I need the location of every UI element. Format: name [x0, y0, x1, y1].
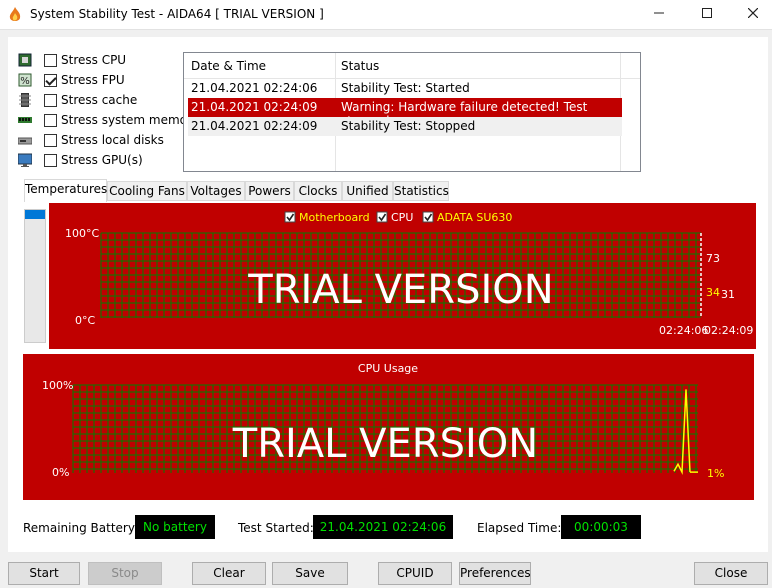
tab-statistics[interactable]: Statistics [393, 181, 449, 201]
close-button[interactable]: Close [694, 562, 768, 585]
time-label: 02:24:06 [659, 324, 708, 337]
preferences-button[interactable]: Preferences [459, 562, 531, 585]
stress-cpu-label: Stress CPU [61, 53, 127, 67]
stress-gpu-checkbox[interactable] [44, 153, 57, 167]
cpu-usage-chart: CPU Usage 100% 0% TRIAL VERSION 1% [23, 354, 754, 500]
window-title: System Stability Test - AIDA64 [ TRIAL V… [30, 7, 324, 21]
stress-cpu-option[interactable]: Stress CPU [18, 52, 126, 68]
stress-cpu-checkbox[interactable] [44, 53, 57, 67]
test-started-label: Test Started: [238, 521, 314, 535]
cpu-usage-chart-canvas: CPU Usage 100% 0% TRIAL VERSION 1% [42, 362, 724, 480]
tab-unified[interactable]: Unified [342, 181, 393, 201]
stress-fpu-checkbox[interactable] [44, 73, 57, 87]
temperature-chart: Motherboard CPU ADATA SU630 100°C 0°C TRIAL V… [49, 203, 756, 349]
aida64-flame-icon [9, 7, 21, 21]
clear-button[interactable]: Clear [192, 562, 266, 585]
stress-disks-label: Stress local disks [61, 133, 164, 147]
test-started-value: 21.04.2021 02:24:06 [313, 515, 453, 539]
close-icon [747, 7, 759, 19]
log-row-warning[interactable]: 21.04.2021 02:24:09 Warning: Hardware fa… [188, 98, 622, 128]
minimize-icon [654, 12, 664, 14]
current-value-label: 1% [707, 467, 724, 480]
sensor-list-selection[interactable] [25, 210, 45, 219]
main-panel: Stress CPU % Stress FPU Stress cache Str… [8, 37, 768, 552]
log-header-status[interactable]: Status [341, 59, 379, 73]
trial-watermark: TRIAL VERSION [232, 421, 538, 467]
elapsed-time-value: 00:00:03 [561, 515, 641, 539]
legend-item: ADATA SU630 [422, 211, 512, 224]
stress-memory-label: Stress system memory [61, 113, 200, 127]
start-button[interactable]: Start [8, 562, 80, 585]
log-row-status: Stability Test: Started [341, 81, 470, 95]
battery-value: No battery [135, 515, 215, 539]
log-header: Date & Time Status [184, 53, 640, 79]
log-row-time: 21.04.2021 02:24:09 [191, 100, 318, 114]
stress-fpu-label: Stress FPU [61, 73, 125, 87]
close-window-button[interactable] [730, 0, 772, 30]
stress-memory-option[interactable]: Stress system memory [18, 112, 199, 128]
legend-label: ADATA SU630 [437, 211, 512, 224]
tab-cooling-fans[interactable]: Cooling Fans [107, 181, 187, 201]
stress-memory-checkbox[interactable] [44, 113, 57, 127]
stress-cache-checkbox[interactable] [44, 93, 57, 107]
chart-title: CPU Usage [358, 362, 418, 375]
log-row-status: Stability Test: Stopped [341, 119, 476, 133]
stress-disks-checkbox[interactable] [44, 133, 57, 147]
legend-label: CPU [391, 211, 413, 224]
trial-watermark: TRIAL VERSION [247, 267, 553, 313]
log-row[interactable]: 21.04.2021 02:24:09 Stability Test: Stop… [188, 117, 622, 136]
stress-fpu-option[interactable]: % Stress FPU [18, 72, 125, 88]
battery-label: Remaining Battery: [23, 521, 139, 535]
tab-temperatures[interactable]: Temperatures [24, 179, 107, 202]
elapsed-time-label: Elapsed Time: [477, 521, 562, 535]
stress-gpu-label: Stress GPU(s) [61, 153, 143, 167]
stop-button[interactable]: Stop [88, 562, 162, 585]
current-value-label: 34 [706, 286, 720, 299]
log-row[interactable]: 21.04.2021 02:24:06 Stability Test: Star… [188, 79, 622, 98]
fpu-percent-icon: % [18, 73, 32, 87]
y-axis-max-label: 100°C [65, 227, 99, 240]
event-log-list[interactable]: Date & Time Status 21.04.2021 02:24:06 S… [183, 52, 641, 172]
temperatures-panel: Motherboard CPU ADATA SU630 100°C 0°C TRIAL V… [24, 201, 756, 351]
y-axis-min-label: 0°C [75, 314, 95, 327]
monitor-gpu-icon [17, 153, 33, 167]
y-axis-max-label: 100% [42, 379, 73, 392]
log-row-time: 21.04.2021 02:24:09 [191, 119, 318, 133]
maximize-icon [702, 8, 712, 18]
tab-powers[interactable]: Powers [245, 181, 294, 201]
tab-clocks[interactable]: Clocks [294, 181, 342, 201]
current-value-label: 31 [721, 288, 735, 301]
cache-chip-icon [18, 93, 32, 107]
current-value-label: 73 [706, 252, 720, 265]
temperature-chart-canvas: Motherboard CPU ADATA SU630 100°C 0°C TRIAL V… [65, 211, 753, 337]
tab-voltages[interactable]: Voltages [187, 181, 245, 201]
legend-label: Motherboard [299, 211, 370, 224]
stress-cache-label: Stress cache [61, 93, 138, 107]
stress-disks-option[interactable]: Stress local disks [17, 132, 164, 148]
legend-item: Motherboard [284, 211, 370, 224]
y-axis-min-label: 0% [52, 466, 69, 479]
save-button[interactable]: Save [272, 562, 348, 585]
minimize-button[interactable] [636, 0, 682, 30]
maximize-button[interactable] [684, 0, 730, 30]
cpu-chip-icon [18, 53, 32, 67]
memory-stick-icon [18, 113, 32, 127]
time-label: 02:24:09 [704, 324, 753, 337]
title-bar: System Stability Test - AIDA64 [ TRIAL V… [0, 0, 772, 30]
stress-gpu-option[interactable]: Stress GPU(s) [17, 152, 143, 168]
cpuid-button[interactable]: CPUID [378, 562, 452, 585]
svg-text:%: % [20, 76, 30, 87]
disk-drive-icon [17, 133, 33, 147]
sensor-list-scrollbar[interactable] [24, 209, 46, 343]
log-row-time: 21.04.2021 02:24:06 [191, 81, 318, 95]
legend-item: CPU [376, 211, 413, 224]
stress-cache-option[interactable]: Stress cache [18, 92, 137, 108]
log-header-datetime[interactable]: Date & Time [191, 59, 266, 73]
